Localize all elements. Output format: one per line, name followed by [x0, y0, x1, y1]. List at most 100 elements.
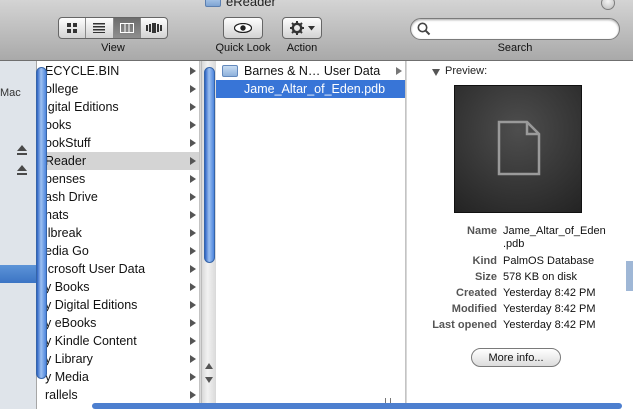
info-key: Size	[474, 271, 497, 283]
list-view-icon	[93, 23, 106, 33]
list-item-label: ECYCLE.BIN	[45, 64, 120, 78]
list-view-button[interactable]	[86, 18, 114, 38]
list-item-label: y Books	[45, 280, 90, 294]
gear-icon	[289, 21, 304, 35]
list-item[interactable]: y Books	[37, 278, 199, 296]
preview-heading: Preview:	[445, 65, 488, 77]
list-item[interactable]: igital Editions	[37, 98, 199, 116]
info-value: 578 KB on disk	[503, 271, 577, 283]
search-icon	[417, 22, 431, 36]
folder-icon	[205, 0, 221, 7]
info-value: Yesterday 8:42 PM	[503, 287, 596, 299]
list-item-label: Barnes & N… User Data	[244, 64, 381, 78]
sidebar-selected-item[interactable]	[0, 265, 36, 283]
info-value: Jame_Altar_of_Eden	[503, 225, 606, 237]
list-item-label: y eBooks	[45, 316, 97, 330]
browser-column-1: ECYCLE.BIN ollege igital Editions ooks o…	[37, 61, 200, 409]
chevron-right-icon	[190, 355, 196, 363]
chevron-right-icon	[190, 175, 196, 183]
scroll-down-arrow-icon[interactable]	[205, 377, 213, 383]
icon-view-icon	[67, 23, 78, 33]
folder-icon	[222, 65, 238, 77]
search-input[interactable]	[435, 22, 615, 37]
list-item-label: y Kindle Content	[45, 334, 137, 348]
list-item-selected[interactable]: Jame_Altar_of_Eden.pdb	[216, 80, 405, 98]
info-key: Name	[467, 225, 497, 237]
list-item[interactable]: ooks	[37, 116, 199, 134]
column-view-icon	[119, 23, 134, 33]
list-item[interactable]: y Digital Editions	[37, 296, 199, 314]
toolbar-toggle-button[interactable]	[601, 0, 615, 10]
quick-look-button[interactable]	[223, 17, 263, 39]
list-item[interactable]: penses	[37, 170, 199, 188]
icon-view-button[interactable]	[59, 18, 87, 38]
action-button[interactable]	[282, 17, 322, 39]
info-value: Yesterday 8:42 PM	[503, 319, 596, 331]
list-item-label: igital Editions	[45, 100, 119, 114]
chevron-right-icon	[190, 265, 196, 273]
info-key: Kind	[472, 255, 497, 267]
list-item-label: penses	[45, 172, 86, 186]
browser-column-2: Barnes & N… User Data Jame_Altar_of_Eden…	[216, 61, 406, 409]
chevron-right-icon	[190, 337, 196, 345]
chevron-right-icon	[190, 373, 196, 381]
chevron-right-icon	[190, 85, 196, 93]
scrollbar-thumb[interactable]	[36, 67, 47, 379]
eject-icon[interactable]	[17, 145, 27, 155]
sidebar: Mac	[0, 61, 37, 409]
list-item[interactable]: rallels	[37, 386, 199, 404]
list-item[interactable]: icrosoft User Data	[37, 260, 199, 278]
eye-icon	[234, 23, 252, 33]
chevron-right-icon	[190, 391, 196, 399]
more-info-button[interactable]: More info...	[471, 348, 561, 367]
info-key: Last opened	[432, 319, 497, 331]
chevron-right-icon	[190, 121, 196, 129]
scrollbar-thumb[interactable]	[204, 67, 215, 263]
list-item[interactable]: ECYCLE.BIN	[37, 62, 199, 80]
list-item-label: ookStuff	[45, 136, 91, 150]
preview-pane: Preview: Name Jame_Altar_of_Eden .pdb Kin…	[407, 61, 633, 409]
list-item-label: icrosoft User Data	[45, 262, 146, 276]
disclosure-triangle-icon[interactable]	[432, 69, 440, 76]
chevron-right-icon	[190, 229, 196, 237]
list-item[interactable]: Barnes & N… User Data	[216, 62, 405, 80]
info-key: Modified	[451, 303, 497, 315]
horizontal-scrollbar[interactable]	[92, 403, 622, 409]
chevron-right-icon	[190, 193, 196, 201]
list-item[interactable]: y Kindle Content	[37, 332, 199, 350]
list-item[interactable]: ookStuff	[37, 134, 199, 152]
list-item-selected[interactable]: Reader	[37, 152, 199, 170]
list-item-label: rallels	[45, 388, 78, 402]
list-item[interactable]: ollege	[37, 80, 199, 98]
list-item-label: ilbreak	[45, 226, 82, 240]
list-item[interactable]: ilbreak	[37, 224, 199, 242]
list-item-label: y Media	[45, 370, 89, 384]
column-view-button[interactable]	[113, 18, 141, 38]
quick-look-label: Quick Look	[215, 42, 271, 54]
column-2-scrollbar[interactable]	[201, 61, 216, 409]
action-label: Action	[286, 42, 318, 54]
scroll-up-arrow-icon[interactable]	[205, 363, 213, 369]
list-item[interactable]: y eBooks	[37, 314, 199, 332]
chevron-down-icon	[307, 25, 315, 30]
list-item[interactable]: hats	[37, 206, 199, 224]
chevron-right-icon	[190, 301, 196, 309]
search-field[interactable]	[410, 18, 620, 40]
chevron-right-icon	[190, 157, 196, 165]
sidebar-device-label[interactable]: Mac	[0, 87, 21, 99]
file-preview-thumbnail	[454, 85, 582, 213]
list-item[interactable]: edia Go	[37, 242, 199, 260]
list-item[interactable]: ash Drive	[37, 188, 199, 206]
list-item[interactable]: y Media	[37, 368, 199, 386]
coverflow-view-button[interactable]	[141, 18, 167, 38]
document-icon	[497, 120, 541, 176]
view-segmented-control[interactable]	[58, 17, 168, 39]
info-value: Yesterday 8:42 PM	[503, 303, 596, 315]
chevron-right-icon	[190, 139, 196, 147]
list-item[interactable]: y Library	[37, 350, 199, 368]
window-title: eReader	[205, 0, 276, 9]
eject-icon[interactable]	[17, 165, 27, 175]
list-item-label: ollege	[45, 82, 79, 96]
column-1-left-scrollbar[interactable]	[35, 61, 49, 409]
list-item-label: y Library	[45, 352, 93, 366]
